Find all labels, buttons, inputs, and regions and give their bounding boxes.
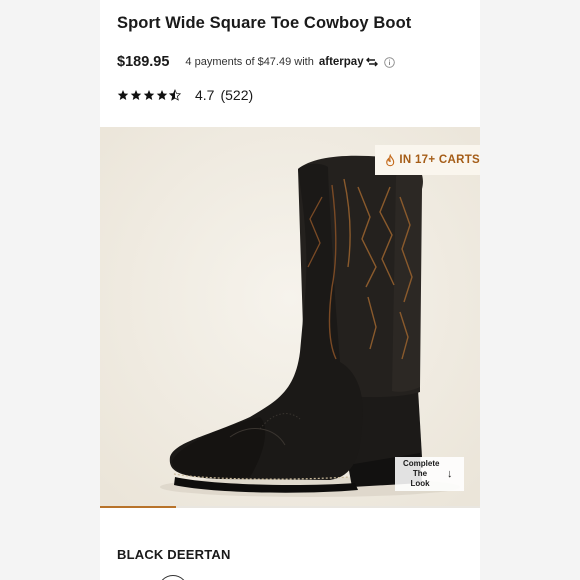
info-icon[interactable]: [383, 56, 395, 68]
price-row: $189.95 4 payments of $47.49 with afterp…: [117, 54, 395, 70]
product-title: Sport Wide Square Toe Cowboy Boot: [117, 14, 412, 32]
flame-icon: [386, 153, 395, 166]
color-name: BLACK DEERTAN: [117, 547, 231, 562]
star-icon: [156, 90, 168, 100]
afterpay-logo[interactable]: afterpay: [319, 56, 378, 68]
product-image-gallery[interactable]: IN 17+ CARTS Complete The Look ↓: [100, 127, 480, 507]
carts-badge-text: IN 17+ CARTS: [399, 154, 480, 166]
complete-the-look-button[interactable]: Complete The Look ↓: [395, 457, 464, 491]
star-icon: [117, 90, 129, 100]
complete-the-look-label: Complete The Look: [403, 459, 440, 488]
star-rating: [117, 89, 181, 101]
rating-value: 4.7: [195, 87, 215, 103]
gallery-progress-track: [100, 506, 480, 508]
arrow-down-icon: ↓: [447, 468, 453, 480]
rating-row[interactable]: 4.7 (522): [117, 87, 253, 103]
product-price: $189.95: [117, 54, 170, 70]
half-star-icon: [169, 89, 181, 101]
color-swatch[interactable]: [158, 575, 188, 580]
star-icon: [130, 90, 142, 100]
installments-text: 4 payments of $47.49 with: [185, 56, 314, 68]
afterpay-arrows-icon: [365, 57, 378, 67]
review-count[interactable]: (522): [220, 87, 253, 103]
gallery-progress-fill: [100, 506, 176, 508]
product-page: Sport Wide Square Toe Cowboy Boot $189.9…: [100, 0, 480, 580]
boot-image: [100, 127, 480, 507]
carts-badge: IN 17+ CARTS: [375, 145, 480, 175]
star-icon: [143, 90, 155, 100]
